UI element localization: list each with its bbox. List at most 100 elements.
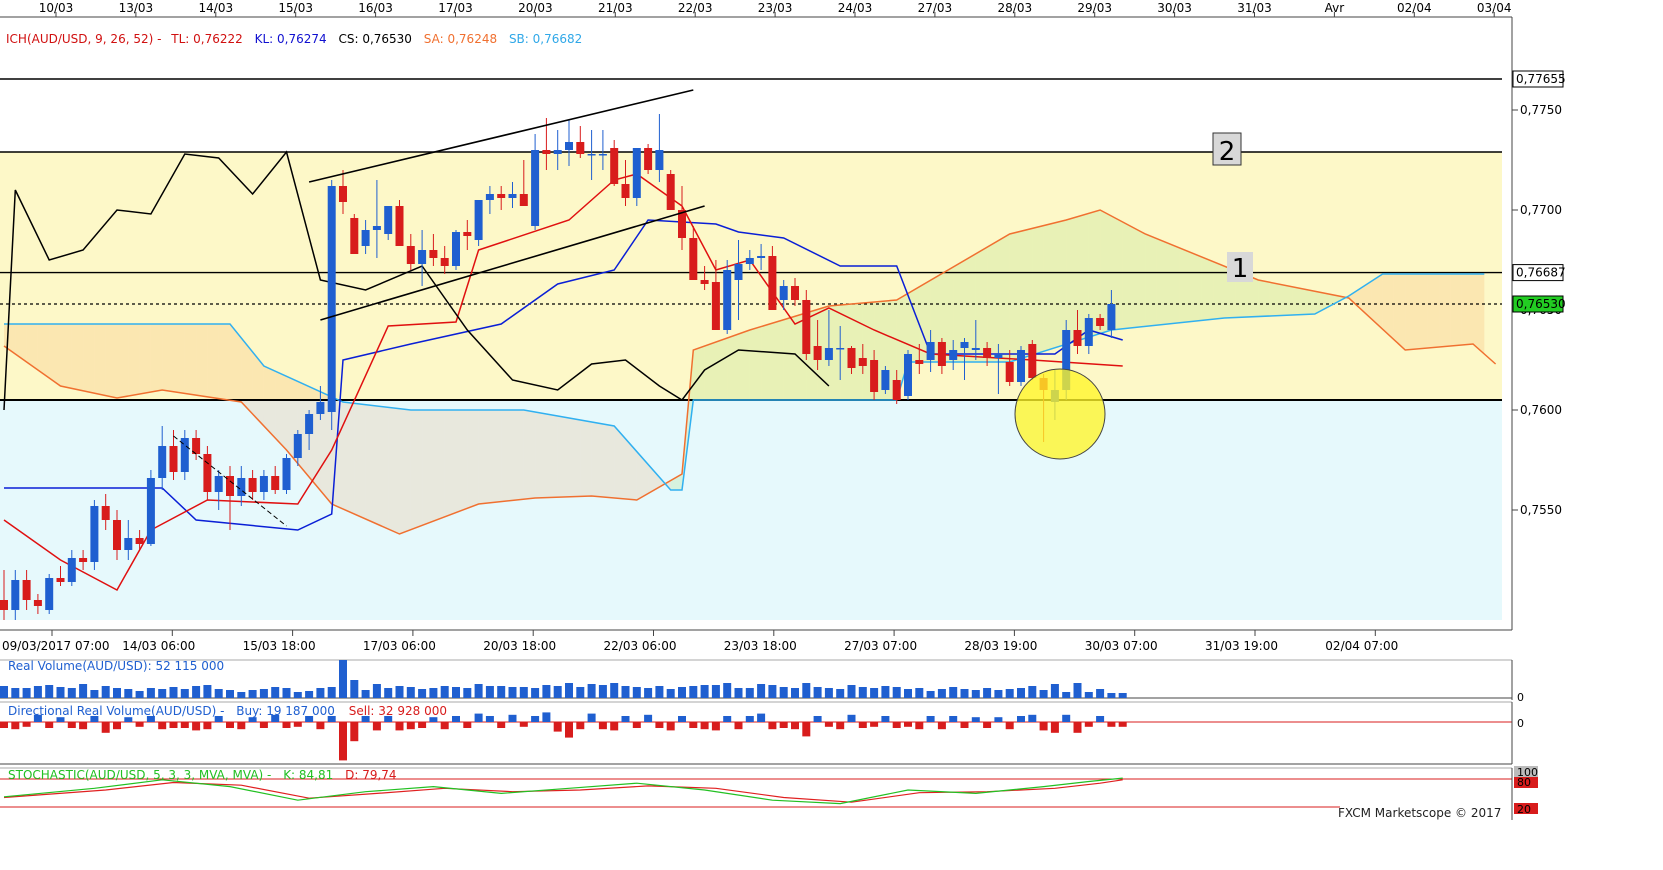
volume-bar xyxy=(384,688,393,698)
buy-volume-bar xyxy=(881,716,890,722)
top-axis-label: 31/03 xyxy=(1237,1,1272,15)
sell-volume-bar xyxy=(350,722,359,742)
bear-candle xyxy=(610,148,619,184)
sell-volume-bar xyxy=(135,722,144,727)
cloud-segment xyxy=(1134,228,1146,328)
volume-bar xyxy=(327,687,336,698)
bear-candle xyxy=(271,476,280,490)
cloud-segment xyxy=(1190,252,1202,322)
sell-volume-bar xyxy=(610,722,619,731)
top-axis-label: 16/03 xyxy=(358,1,393,15)
volume-bar xyxy=(915,688,924,698)
volume-bar xyxy=(406,687,415,698)
top-axis-label: 21/03 xyxy=(598,1,633,15)
cloud-segment xyxy=(343,402,355,514)
sell-volume-bar xyxy=(192,722,201,731)
volume-bar xyxy=(508,687,517,698)
ich-cs: CS: 0,76530 xyxy=(338,32,411,46)
bear-candle xyxy=(937,342,946,366)
cloud-segment xyxy=(105,324,117,398)
bear-candle xyxy=(700,280,709,284)
cloud-segment xyxy=(162,324,174,392)
bull-candle xyxy=(824,348,833,360)
volume-bar xyxy=(180,689,189,698)
top-axis-label: 22/03 xyxy=(678,1,713,15)
bull-candle xyxy=(259,476,268,492)
sell-volume-bar xyxy=(892,722,901,728)
volume-bar xyxy=(226,690,234,698)
bear-candle xyxy=(56,578,65,582)
volume-bar xyxy=(531,688,540,698)
cloud-segment xyxy=(1303,289,1315,315)
volume-bar xyxy=(723,683,732,698)
volume-bar xyxy=(440,686,449,698)
sell-volume-bar xyxy=(1039,722,1048,731)
buy-volume-bar xyxy=(723,716,732,722)
volume-bar xyxy=(949,687,958,698)
price-tag-label: 0,77655 xyxy=(1516,72,1566,86)
volume-bar xyxy=(248,690,257,698)
bear-candle xyxy=(33,600,42,606)
cloud-segment xyxy=(37,324,50,378)
cloud-segment xyxy=(83,324,95,394)
sell-volume-bar xyxy=(824,722,833,727)
bear-candle xyxy=(339,186,347,202)
volume-bar xyxy=(565,683,573,698)
volume-bar xyxy=(632,687,641,698)
bull-candle xyxy=(531,150,540,226)
cloud-segment xyxy=(128,324,140,396)
volume-bar xyxy=(937,689,946,698)
time-axis-label: 27/03 07:00 xyxy=(844,639,917,653)
volume-bar xyxy=(361,690,370,698)
directional-zero: 0 xyxy=(1517,717,1524,730)
buy-volume-bar xyxy=(587,713,596,722)
buy-volume-bar xyxy=(644,714,653,722)
sell-volume-bar xyxy=(689,722,698,728)
top-axis-label: 02/04 xyxy=(1397,1,1432,15)
cloud-segment xyxy=(94,324,106,396)
volume-bar xyxy=(791,688,799,698)
bull-candle xyxy=(994,354,1003,358)
top-axis-label: 13/03 xyxy=(119,1,154,15)
highlight-circle xyxy=(1014,368,1106,460)
volume-bar xyxy=(700,685,709,698)
bull-candle xyxy=(485,194,494,200)
sell-volume-bar xyxy=(904,722,912,727)
sell-volume-bar xyxy=(0,722,8,728)
stoch-d: D: 79,74 xyxy=(345,768,396,782)
volume-bar xyxy=(960,689,969,698)
bull-candle xyxy=(418,250,427,264)
zone-label-2[interactable]: 2 xyxy=(1212,132,1242,167)
ich-sb: SB: 0,76682 xyxy=(509,32,582,46)
zone-label-2-text: 2 xyxy=(1219,137,1236,167)
cloud-segment xyxy=(715,338,728,400)
bull-candle xyxy=(734,264,743,280)
volume-bar xyxy=(644,688,653,698)
volume-bar xyxy=(1107,693,1116,698)
cloud-segment xyxy=(1258,280,1270,317)
volume-bar xyxy=(610,683,619,698)
sell-volume-bar xyxy=(203,722,212,730)
volume-bar xyxy=(146,688,155,698)
cloud-segment xyxy=(557,416,569,498)
buy-volume-bar xyxy=(813,716,822,722)
cloud-segment xyxy=(738,330,750,400)
volume-bar xyxy=(305,691,314,698)
cloud-segment xyxy=(580,420,592,497)
buy-volume-bar xyxy=(452,716,460,722)
volume-bar xyxy=(259,689,268,698)
bull-candle xyxy=(971,348,980,350)
sell-volume-bar xyxy=(180,722,189,728)
volume-bar xyxy=(655,686,664,698)
sell-volume-bar xyxy=(226,722,234,728)
buy-volume-bar xyxy=(678,716,686,722)
sell-volume-bar xyxy=(45,722,54,728)
bear-candle xyxy=(497,194,506,198)
bull-candle xyxy=(474,200,483,240)
zone-label-1[interactable]: 1 xyxy=(1227,252,1253,284)
cloud-segment xyxy=(1021,228,1033,359)
cloud-segment xyxy=(1213,261,1225,320)
sell-volume-bar xyxy=(11,722,20,730)
volume-bar xyxy=(372,684,381,698)
volume-bar xyxy=(203,685,212,698)
